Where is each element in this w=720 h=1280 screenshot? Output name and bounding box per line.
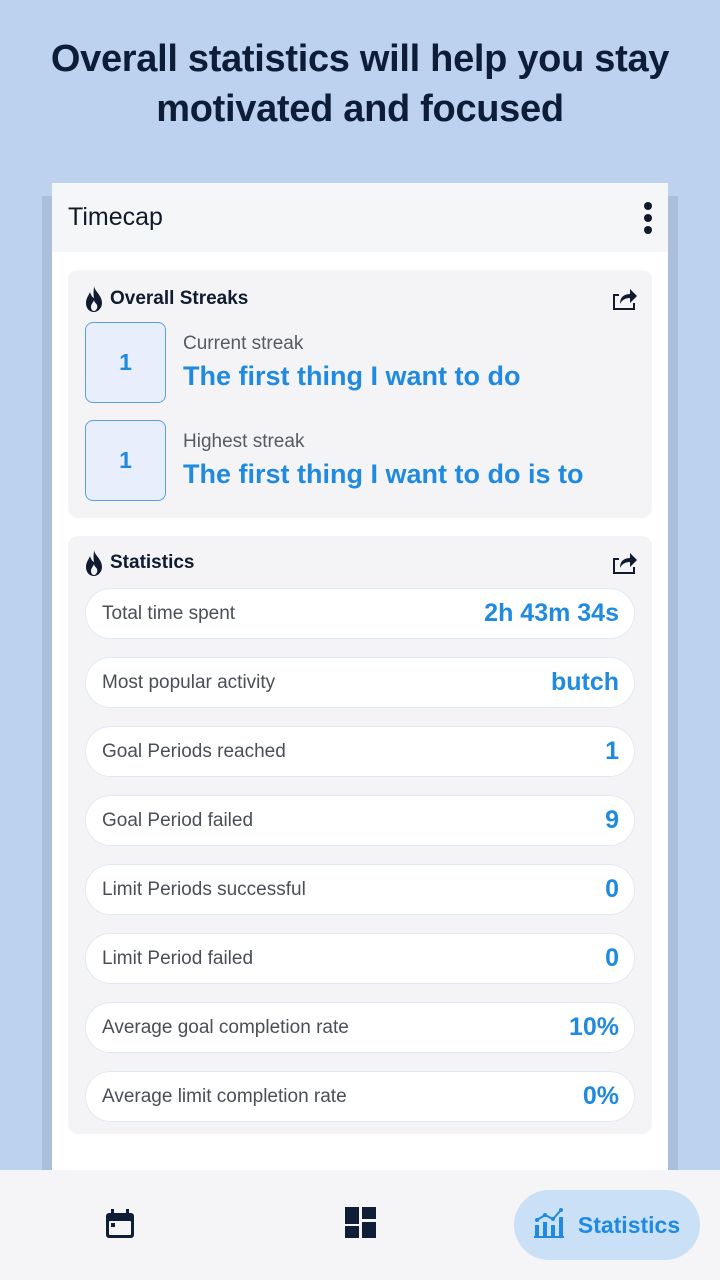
stat-label: Average goal completion rate	[102, 1016, 349, 1038]
app-bar: Timecap	[52, 183, 668, 252]
highest-streak-label: Highest streak	[183, 430, 305, 452]
statistics-title: Statistics	[110, 552, 195, 573]
stat-label: Limit Periods successful	[102, 878, 306, 900]
stat-value: 0%	[582, 1082, 619, 1110]
stat-value: 0	[605, 875, 619, 903]
stat-row-goal-failed: Goal Period failed 9	[85, 795, 635, 846]
app-title: Timecap	[68, 203, 163, 231]
nav-statistics-label: Statistics	[577, 1211, 681, 1238]
stat-row-limit-successful: Limit Periods successful 0	[85, 864, 635, 915]
current-streak-row: 1 Current streak The first thing I want …	[85, 322, 520, 403]
headline-line-2: motivated and focused	[156, 88, 564, 130]
stat-label: Average limit completion rate	[102, 1085, 347, 1107]
flame-icon	[84, 286, 104, 312]
chart-icon	[533, 1207, 564, 1243]
stat-row-popular-activity: Most popular activity butch	[85, 657, 635, 708]
statistics-header: Statistics	[84, 548, 638, 578]
app-screen: Timecap Overall Streaks 1 Current streak…	[52, 183, 668, 1183]
highest-streak-row: 1 Highest streak The first thing I want …	[85, 420, 583, 501]
stat-value: 10%	[568, 1013, 619, 1041]
stat-value: 2h 43m 34s	[484, 599, 619, 627]
statistics-list: Total time spent 2h 43m 34s Most popular…	[85, 588, 635, 1140]
stat-value: 1	[605, 737, 619, 765]
stat-label: Limit Period failed	[102, 947, 254, 969]
stat-value: 9	[605, 806, 619, 834]
share-icon[interactable]	[610, 286, 638, 312]
dashboard-icon	[344, 1207, 376, 1243]
highest-streak-count: 1	[85, 420, 166, 501]
current-streak-count: 1	[85, 322, 166, 403]
headline-line-1: Overall statistics will help you stay	[50, 38, 670, 80]
calendar-icon	[105, 1208, 135, 1244]
stat-label: Most popular activity	[102, 671, 276, 693]
stat-row-goal-completion-rate: Average goal completion rate 10%	[85, 1002, 635, 1053]
stat-value: 0	[605, 944, 619, 972]
highest-streak-activity: The first thing I want to do is to	[183, 458, 584, 489]
stat-label: Total time spent	[102, 602, 236, 624]
more-vertical-icon[interactable]	[642, 201, 654, 234]
streaks-header: Overall Streaks	[84, 284, 638, 314]
nav-calendar[interactable]	[100, 1208, 140, 1244]
stat-label: Goal Periods reached	[102, 740, 286, 762]
current-streak-activity: The first thing I want to do	[183, 360, 521, 391]
current-streak-label: Current streak	[183, 332, 304, 354]
streaks-title: Overall Streaks	[110, 288, 249, 309]
stat-row-limit-completion-rate: Average limit completion rate 0%	[85, 1071, 635, 1122]
stat-row-goal-reached: Goal Periods reached 1	[85, 726, 635, 777]
promo-headline: Overall statistics will help you stay mo…	[0, 34, 720, 134]
stat-row-total-time: Total time spent 2h 43m 34s	[85, 588, 635, 639]
share-icon[interactable]	[610, 550, 638, 576]
nav-dashboard[interactable]	[340, 1207, 380, 1243]
stat-label: Goal Period failed	[102, 809, 254, 831]
bottom-navigation: Statistics	[0, 1170, 720, 1280]
overall-streaks-card: Overall Streaks 1 Current streak The fir…	[68, 270, 652, 518]
statistics-card: Statistics Total time spent 2h 43m 34s M…	[68, 536, 652, 1134]
stat-value: butch	[550, 668, 619, 696]
nav-statistics[interactable]: Statistics	[514, 1190, 700, 1260]
flame-icon	[84, 550, 104, 576]
stat-row-limit-failed: Limit Period failed 0	[85, 933, 635, 984]
